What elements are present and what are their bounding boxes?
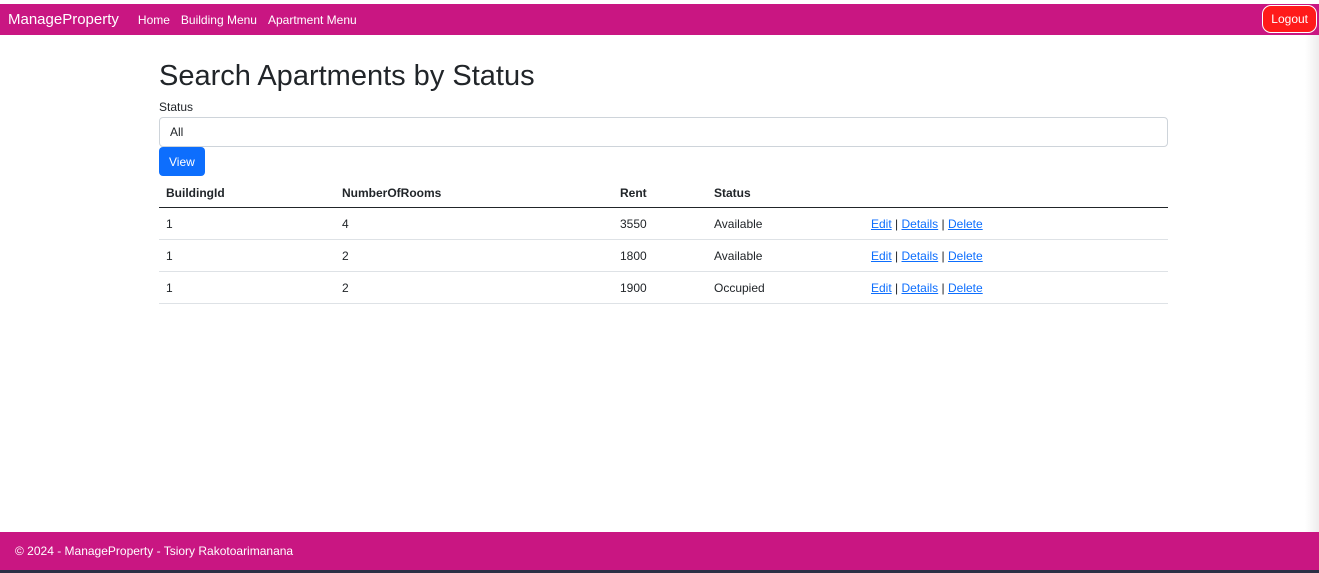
header-number-of-rooms: NumberOfRooms <box>335 179 613 208</box>
delete-link[interactable]: Delete <box>948 249 983 263</box>
page: ManageProperty Home Building Menu Apartm… <box>0 0 1319 573</box>
cell-status: Available <box>707 239 864 272</box>
cell-rooms: 2 <box>335 239 613 272</box>
cell-building-id: 1 <box>159 271 335 304</box>
nav-link-apartment-menu[interactable]: Apartment Menu <box>268 13 357 27</box>
cell-rent: 3550 <box>613 207 707 240</box>
table-row: 1 2 1800 Available Edit | Details | Dele… <box>159 239 1168 272</box>
cell-status: Occupied <box>707 271 864 304</box>
view-button[interactable]: View <box>159 147 205 176</box>
header-rent: Rent <box>613 179 707 208</box>
action-separator: | <box>941 216 945 231</box>
details-link[interactable]: Details <box>902 249 939 263</box>
action-separator: | <box>895 280 899 295</box>
navbar: ManageProperty Home Building Menu Apartm… <box>0 4 1319 35</box>
footer: © 2024 - ManageProperty - Tsiory Rakotoa… <box>0 532 1319 570</box>
table-header-row: BuildingId NumberOfRooms Rent Status <box>159 179 1168 208</box>
status-label: Status <box>159 100 194 114</box>
scrollbar-shadow <box>1305 35 1319 532</box>
brand-link[interactable]: ManageProperty <box>8 11 119 28</box>
cell-building-id: 1 <box>159 239 335 272</box>
action-separator: | <box>941 280 945 295</box>
header-status: Status <box>707 179 864 208</box>
status-select[interactable]: All <box>159 117 1168 147</box>
cell-building-id: 1 <box>159 207 335 240</box>
nav-links: Home Building Menu Apartment Menu <box>138 13 357 27</box>
cell-actions: Edit | Details | Delete <box>864 207 1168 240</box>
edit-link[interactable]: Edit <box>871 249 892 263</box>
nav-link-home[interactable]: Home <box>138 13 170 27</box>
header-actions <box>864 179 1168 208</box>
nav-link-building-menu[interactable]: Building Menu <box>181 13 257 27</box>
cell-rent: 1900 <box>613 271 707 304</box>
details-link[interactable]: Details <box>902 217 939 231</box>
details-link[interactable]: Details <box>902 281 939 295</box>
table-row: 1 2 1900 Occupied Edit | Details | Delet… <box>159 271 1168 304</box>
delete-link[interactable]: Delete <box>948 281 983 295</box>
cell-status: Available <box>707 207 864 240</box>
action-separator: | <box>941 248 945 263</box>
main-content: Search Apartments by Status Status All V… <box>159 56 1168 304</box>
table-row: 1 4 3550 Available Edit | Details | Dele… <box>159 207 1168 240</box>
cell-rooms: 4 <box>335 207 613 240</box>
page-title: Search Apartments by Status <box>159 60 535 92</box>
cell-actions: Edit | Details | Delete <box>864 239 1168 272</box>
cell-rent: 1800 <box>613 239 707 272</box>
edit-link[interactable]: Edit <box>871 281 892 295</box>
header-building-id: BuildingId <box>159 179 335 208</box>
cell-actions: Edit | Details | Delete <box>864 271 1168 304</box>
edit-link[interactable]: Edit <box>871 217 892 231</box>
apartments-table: BuildingId NumberOfRooms Rent Status 1 4… <box>159 179 1168 304</box>
delete-link[interactable]: Delete <box>948 217 983 231</box>
action-separator: | <box>895 216 899 231</box>
footer-copyright: © 2024 - ManageProperty - Tsiory Rakotoa… <box>15 544 294 558</box>
cell-rooms: 2 <box>335 271 613 304</box>
logout-button[interactable]: Logout <box>1262 5 1317 33</box>
action-separator: | <box>895 248 899 263</box>
